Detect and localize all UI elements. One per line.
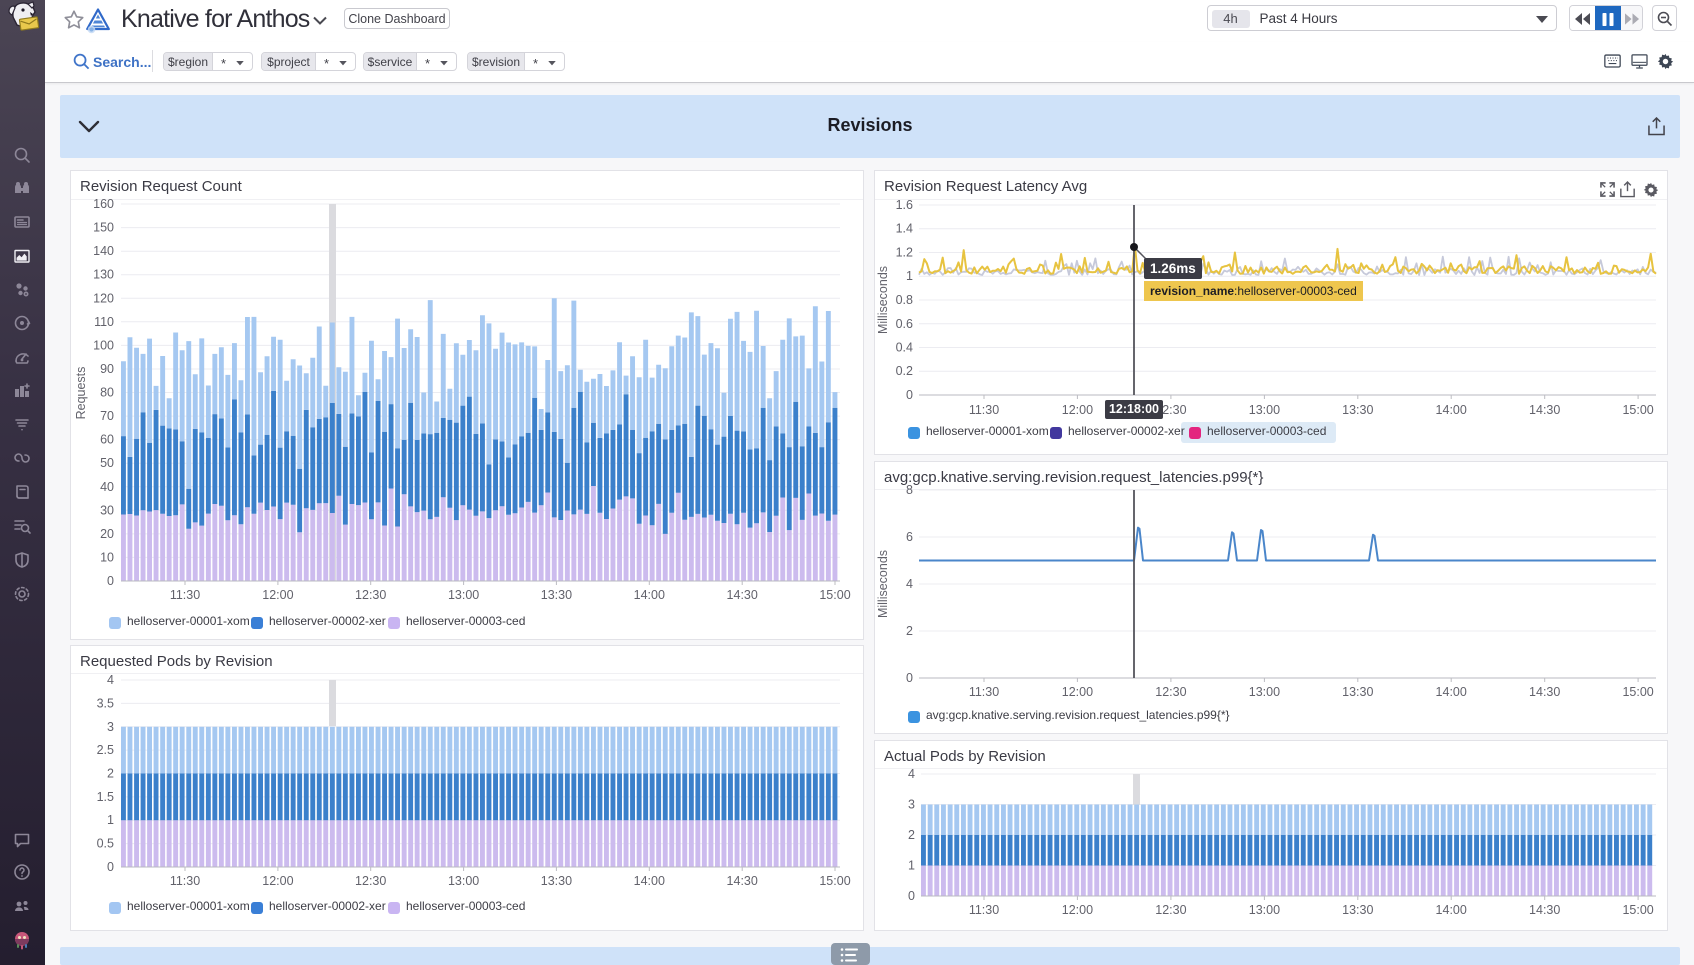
svg-text:2: 2	[107, 767, 114, 781]
svg-text:0.4: 0.4	[896, 341, 913, 355]
svg-text:130: 130	[93, 268, 114, 282]
svg-text:10: 10	[100, 550, 114, 564]
svg-text:15:00: 15:00	[1622, 403, 1653, 417]
svg-text:Milliseconds: Milliseconds	[876, 266, 890, 334]
svg-text:30: 30	[100, 503, 114, 517]
svg-text:Milliseconds: Milliseconds	[876, 550, 890, 618]
svg-text:13:00: 13:00	[1249, 685, 1280, 699]
svg-text:14:30: 14:30	[727, 588, 758, 602]
svg-text:90: 90	[100, 362, 114, 376]
svg-text:80: 80	[100, 386, 114, 400]
svg-text:12:00: 12:00	[262, 588, 293, 602]
svg-text:14:00: 14:00	[634, 588, 665, 602]
svg-text:12:00: 12:00	[262, 874, 293, 888]
svg-text:3: 3	[908, 798, 915, 812]
svg-text:8: 8	[906, 483, 913, 497]
svg-text:3: 3	[107, 720, 114, 734]
svg-text:14:30: 14:30	[1529, 685, 1560, 699]
svg-text:13:00: 13:00	[448, 588, 479, 602]
svg-text:11:30: 11:30	[170, 588, 200, 602]
svg-text:0.8: 0.8	[896, 293, 913, 307]
svg-text:150: 150	[93, 221, 114, 235]
svg-text:14:30: 14:30	[727, 874, 758, 888]
svg-text:60: 60	[100, 433, 114, 447]
svg-text:11:30: 11:30	[969, 685, 999, 699]
svg-text:160: 160	[93, 197, 114, 211]
svg-text:1.6: 1.6	[896, 198, 913, 212]
svg-text:70: 70	[100, 409, 114, 423]
svg-text:14:00: 14:00	[634, 874, 665, 888]
svg-text:14:00: 14:00	[1436, 403, 1467, 417]
svg-text:Requests: Requests	[74, 367, 88, 420]
svg-text:4: 4	[107, 673, 114, 687]
svg-text:14:00: 14:00	[1436, 685, 1467, 699]
svg-text:100: 100	[93, 338, 114, 352]
svg-text:2: 2	[908, 828, 915, 842]
svg-text:11:30: 11:30	[969, 903, 999, 917]
svg-text:12:00: 12:00	[1062, 685, 1093, 699]
svg-text:13:30: 13:30	[541, 588, 572, 602]
svg-text:1.5: 1.5	[97, 790, 114, 804]
svg-text:1.4: 1.4	[896, 222, 913, 236]
svg-text:12:30: 12:30	[355, 874, 386, 888]
svg-text:0: 0	[908, 889, 915, 903]
svg-text:2.5: 2.5	[97, 743, 114, 757]
svg-text:6: 6	[906, 530, 913, 544]
svg-text:3.5: 3.5	[97, 696, 114, 710]
svg-text:20: 20	[100, 527, 114, 541]
svg-text:13:00: 13:00	[448, 874, 479, 888]
svg-text:14:00: 14:00	[1436, 903, 1467, 917]
svg-text:15:00: 15:00	[1622, 685, 1653, 699]
svg-text:0: 0	[107, 574, 114, 588]
svg-text:1: 1	[107, 813, 114, 827]
svg-text:0: 0	[906, 671, 913, 685]
svg-text:13:30: 13:30	[1342, 403, 1373, 417]
svg-text:13:30: 13:30	[1342, 903, 1373, 917]
svg-text:13:30: 13:30	[541, 874, 572, 888]
svg-text:14:30: 14:30	[1529, 403, 1560, 417]
svg-text:12:30: 12:30	[1155, 903, 1186, 917]
svg-text:40: 40	[100, 480, 114, 494]
svg-text:4: 4	[908, 767, 915, 781]
svg-text:11:30: 11:30	[969, 403, 999, 417]
svg-text:13:00: 13:00	[1249, 403, 1280, 417]
svg-text:15:00: 15:00	[819, 588, 850, 602]
svg-text:0: 0	[906, 388, 913, 402]
svg-text:140: 140	[93, 244, 114, 258]
svg-text:0.2: 0.2	[896, 364, 913, 378]
svg-text:14:30: 14:30	[1529, 903, 1560, 917]
svg-text:1.2: 1.2	[896, 246, 913, 260]
svg-text:12:00: 12:00	[1062, 903, 1093, 917]
svg-text:50: 50	[100, 456, 114, 470]
svg-text:120: 120	[93, 291, 114, 305]
svg-text:1: 1	[908, 859, 915, 873]
svg-text:110: 110	[94, 315, 114, 329]
svg-text:2: 2	[906, 624, 913, 638]
svg-text:15:00: 15:00	[1622, 903, 1653, 917]
svg-text:12:30: 12:30	[1155, 685, 1186, 699]
svg-text:13:00: 13:00	[1249, 903, 1280, 917]
svg-text:12:30: 12:30	[355, 588, 386, 602]
svg-text:15:00: 15:00	[819, 874, 850, 888]
svg-text:13:30: 13:30	[1342, 685, 1373, 699]
svg-text:12:00: 12:00	[1062, 403, 1093, 417]
svg-text:0: 0	[107, 860, 114, 874]
svg-text:0.6: 0.6	[896, 317, 913, 331]
svg-text:11:30: 11:30	[170, 874, 200, 888]
svg-text:1: 1	[906, 269, 913, 283]
svg-text:0.5: 0.5	[97, 837, 114, 851]
svg-text:4: 4	[906, 577, 913, 591]
